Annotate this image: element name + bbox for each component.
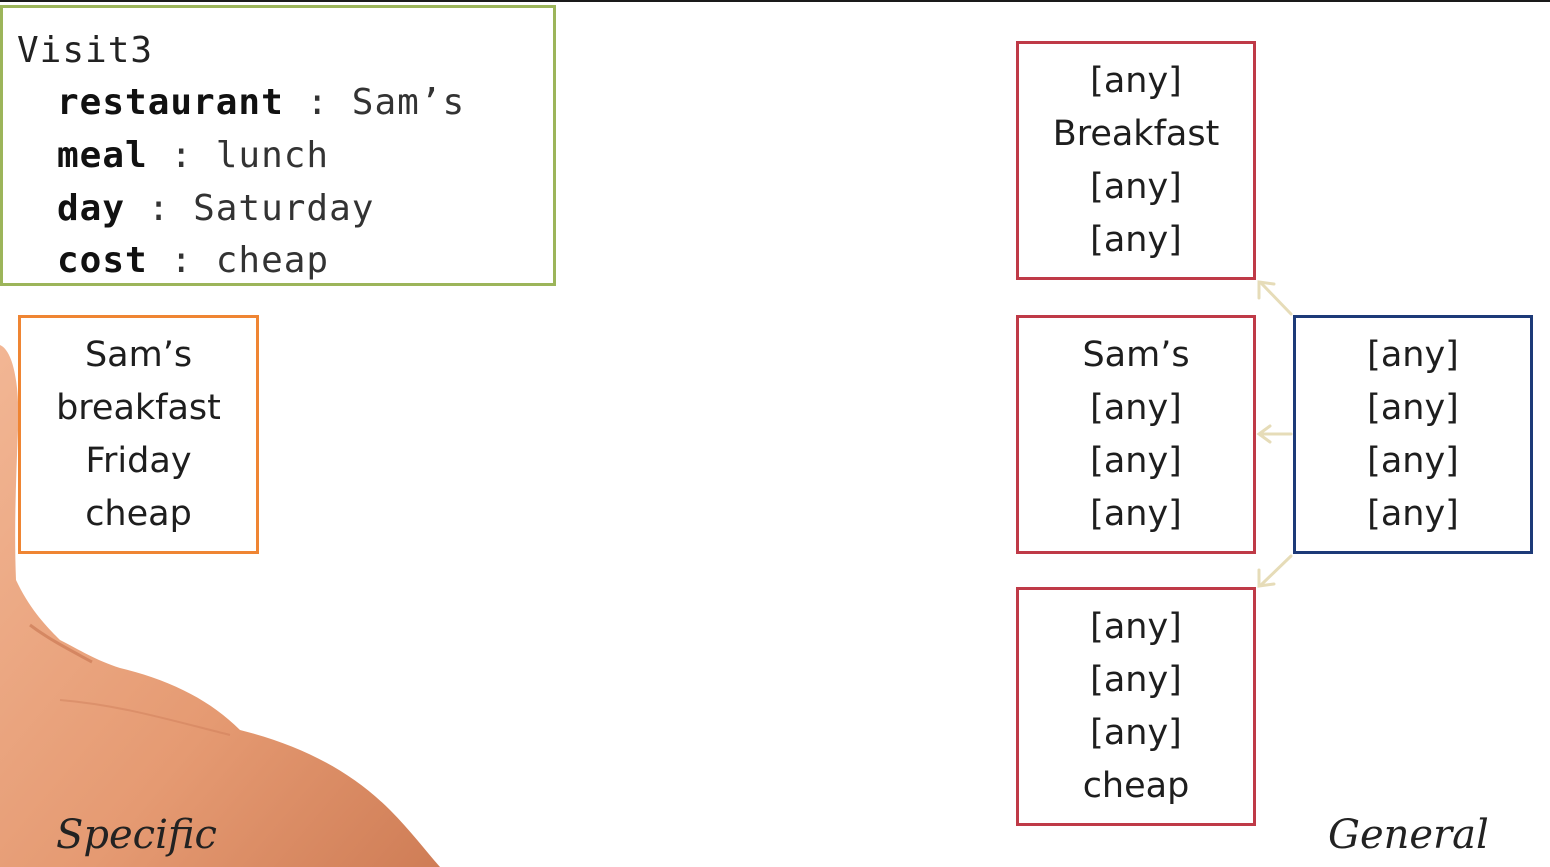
specific-label: Specific (56, 812, 217, 858)
specialization-arrows (1256, 280, 1293, 588)
arrow-up (1260, 282, 1293, 316)
general-label: General (1328, 812, 1489, 858)
arrow-down (1260, 554, 1293, 586)
